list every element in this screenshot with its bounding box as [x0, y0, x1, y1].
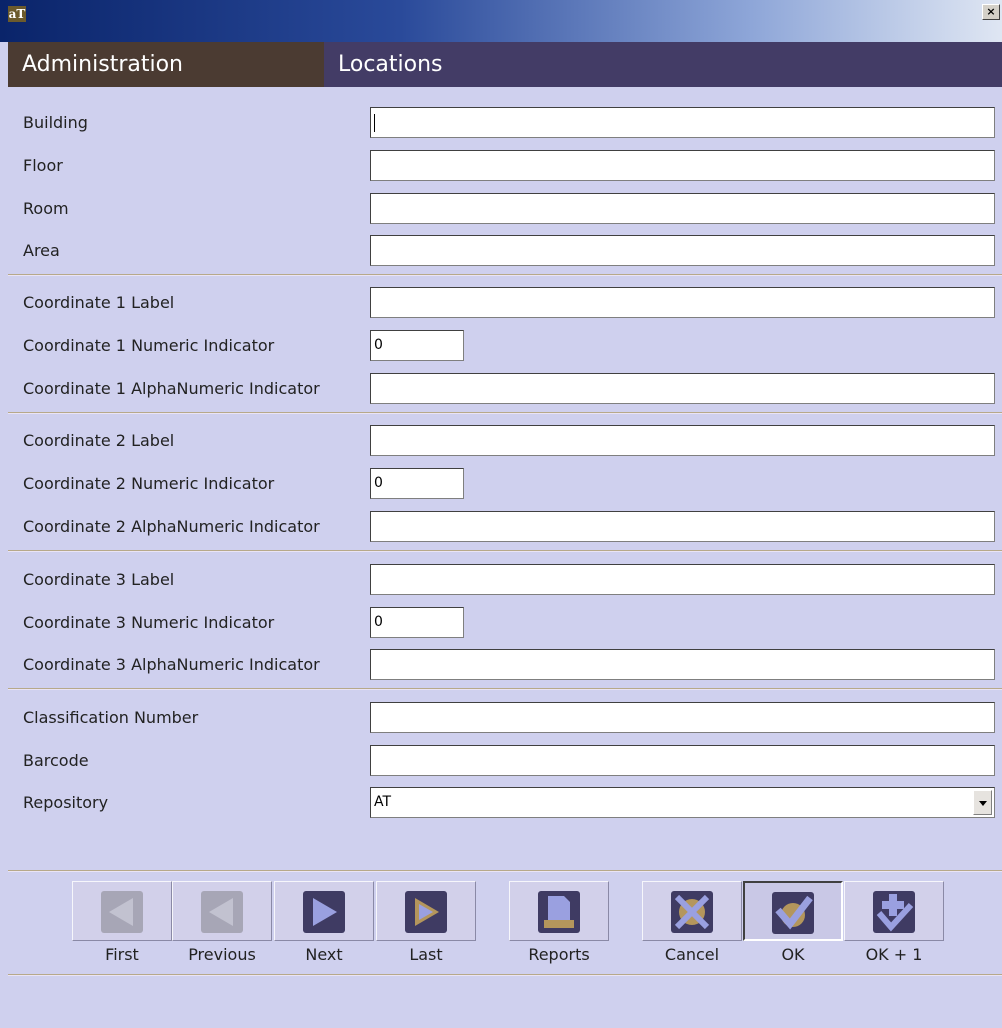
page-header: Administration Locations [8, 42, 1002, 87]
last-icon [405, 891, 447, 933]
window-title-bar: aT × [0, 0, 1002, 42]
last-button[interactable] [376, 881, 476, 941]
repository-select[interactable]: AT [370, 787, 995, 818]
repository-selected-value: AT [374, 794, 392, 810]
field-row-coordinate-3-numeric: Coordinate 3 Numeric Indicator 0 [0, 607, 1002, 643]
page-title: Locations [338, 52, 443, 77]
coordinate-3-alphanumeric-label: Coordinate 3 AlphaNumeric Indicator [23, 655, 320, 674]
building-input[interactable] [370, 107, 995, 138]
field-row-coordinate-1-numeric: Coordinate 1 Numeric Indicator 0 [0, 330, 1002, 366]
floor-input[interactable] [370, 150, 995, 181]
next-button[interactable] [274, 881, 374, 941]
coordinate-3-label-input[interactable] [370, 564, 995, 595]
barcode-label: Barcode [23, 751, 89, 770]
reports-icon [538, 891, 580, 933]
first-icon [101, 891, 143, 933]
floor-label: Floor [23, 156, 63, 175]
coordinate-3-numeric-label: Coordinate 3 Numeric Indicator [23, 613, 275, 632]
coordinate-3-label-label: Coordinate 3 Label [23, 570, 175, 589]
divider [8, 274, 1002, 276]
divider [8, 974, 1002, 976]
classification-number-label: Classification Number [23, 708, 199, 727]
field-row-coordinate-3-alphanumeric: Coordinate 3 AlphaNumeric Indicator [0, 649, 1002, 685]
coordinate-2-numeric-input[interactable]: 0 [370, 468, 464, 499]
field-row-classification: Classification Number [0, 702, 1002, 738]
building-label: Building [23, 113, 88, 132]
coordinate-2-alphanumeric-label: Coordinate 2 AlphaNumeric Indicator [23, 517, 320, 536]
previous-label: Previous [188, 945, 256, 964]
previous-button[interactable] [172, 881, 272, 941]
coordinate-1-numeric-input[interactable]: 0 [370, 330, 464, 361]
barcode-input[interactable] [370, 745, 995, 776]
area-label: Area [23, 241, 60, 260]
coordinate-2-label-label: Coordinate 2 Label [23, 431, 175, 450]
divider [8, 412, 1002, 414]
app-icon: aT [8, 6, 26, 22]
divider [8, 870, 1002, 872]
chevron-down-icon[interactable] [973, 790, 992, 815]
repository-label: Repository [23, 793, 109, 812]
ok-label: OK [781, 945, 805, 964]
cancel-label: Cancel [664, 945, 720, 964]
area-input[interactable] [370, 235, 995, 266]
divider [8, 688, 1002, 690]
field-row-coordinate-2-label: Coordinate 2 Label [0, 425, 1002, 461]
previous-icon [201, 891, 243, 933]
coordinate-1-alphanumeric-label: Coordinate 1 AlphaNumeric Indicator [23, 379, 320, 398]
room-label: Room [23, 199, 69, 218]
first-button[interactable] [72, 881, 172, 941]
field-row-coordinate-1-label: Coordinate 1 Label [0, 287, 1002, 323]
divider [8, 550, 1002, 552]
last-label: Last [409, 945, 443, 964]
reports-button[interactable] [509, 881, 609, 941]
field-row-coordinate-2-alphanumeric: Coordinate 2 AlphaNumeric Indicator [0, 511, 1002, 547]
field-row-coordinate-3-label: Coordinate 3 Label [0, 564, 1002, 600]
reports-label: Reports [528, 945, 590, 964]
coordinate-1-numeric-label: Coordinate 1 Numeric Indicator [23, 336, 275, 355]
cancel-button[interactable] [642, 881, 742, 941]
field-row-repository: Repository AT [0, 787, 1002, 823]
navigation-toolbar: First Previous Next Last Reports Cancel … [0, 880, 1002, 980]
field-row-floor: Floor [0, 150, 1002, 186]
field-row-barcode: Barcode [0, 745, 1002, 781]
coordinate-3-alphanumeric-input[interactable] [370, 649, 995, 680]
ok-plus-one-button[interactable] [844, 881, 944, 941]
coordinate-1-alphanumeric-input[interactable] [370, 373, 995, 404]
field-row-room: Room [0, 193, 1002, 229]
section-title: Administration [8, 42, 324, 87]
next-label: Next [305, 945, 343, 964]
cancel-icon [671, 891, 713, 933]
checkmark-icon [772, 892, 814, 934]
field-row-building: Building [0, 107, 1002, 143]
ok-button[interactable] [743, 881, 843, 941]
field-row-coordinate-2-numeric: Coordinate 2 Numeric Indicator 0 [0, 468, 1002, 504]
room-input[interactable] [370, 193, 995, 224]
coordinate-2-alphanumeric-input[interactable] [370, 511, 995, 542]
next-icon [303, 891, 345, 933]
ok-plus-one-label: OK + 1 [865, 945, 923, 964]
checkmark-plus-icon [873, 891, 915, 933]
close-window-button[interactable]: × [982, 4, 1000, 20]
coordinate-1-label-label: Coordinate 1 Label [23, 293, 175, 312]
coordinate-2-numeric-label: Coordinate 2 Numeric Indicator [23, 474, 275, 493]
coordinate-1-label-input[interactable] [370, 287, 995, 318]
coordinate-3-numeric-input[interactable]: 0 [370, 607, 464, 638]
field-row-coordinate-1-alphanumeric: Coordinate 1 AlphaNumeric Indicator [0, 373, 1002, 409]
coordinate-2-label-input[interactable] [370, 425, 995, 456]
first-label: First [105, 945, 139, 964]
field-row-area: Area [0, 235, 1002, 271]
classification-number-input[interactable] [370, 702, 995, 733]
